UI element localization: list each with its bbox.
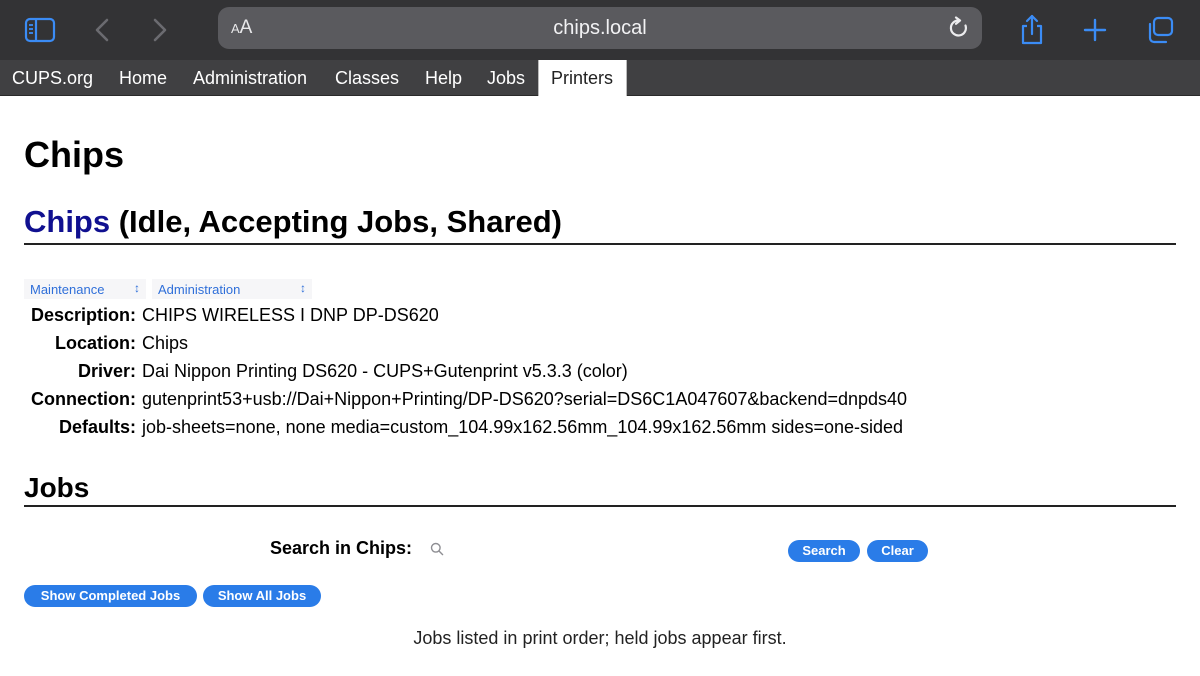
nav-tab-administration[interactable]: Administration [181, 60, 319, 96]
show-all-jobs-button[interactable]: Show All Jobs [203, 585, 321, 607]
printer-heading: Chips (Idle, Accepting Jobs, Shared) [24, 204, 562, 240]
sidebar-icon[interactable] [22, 12, 58, 48]
search-button[interactable]: Search [788, 540, 860, 562]
jobs-heading: Jobs [24, 472, 90, 503]
nav-tab-jobs[interactable]: Jobs [475, 60, 537, 96]
detail-value: Chips [142, 333, 189, 353]
show-completed-jobs-button[interactable]: Show Completed Jobs [24, 585, 197, 607]
back-icon[interactable] [84, 12, 120, 48]
detail-row-description: Description: CHIPS WIRELESS I DNP DP-DS6… [0, 305, 1200, 329]
administration-select[interactable]: Administration ↕ [152, 279, 312, 299]
detail-row-connection: Connection: gutenprint53+usb://Dai+Nippo… [0, 389, 1200, 413]
detail-value: Dai Nippon Printing DS620 - CUPS+Gutenpr… [142, 361, 628, 381]
detail-label: Connection: [31, 389, 136, 409]
heading-divider [24, 243, 1176, 245]
detail-label: Defaults: [58, 417, 136, 437]
detail-value: job-sheets=none, none media=custom_104.9… [142, 417, 904, 437]
chevron-updown-icon: ↕ [134, 281, 140, 295]
browser-toolbar: AA chips.local [0, 0, 1200, 60]
detail-label: Description: [30, 305, 136, 325]
detail-value: CHIPS WIRELESS I DNP DP-DS620 [142, 305, 439, 325]
tabs-overview-icon[interactable] [1142, 12, 1178, 48]
chevron-updown-icon: ↕ [300, 281, 306, 295]
cups-nav-bar: CUPS.org Home Administration Classes Hel… [0, 60, 1200, 96]
nav-tab-home[interactable]: Home [107, 60, 179, 96]
reload-icon[interactable] [948, 16, 970, 45]
printer-status: (Idle, Accepting Jobs, Shared) [110, 204, 563, 239]
detail-value: gutenprint53+usb://Dai+Nippon+Printing/D… [142, 389, 908, 409]
detail-row-driver: Driver: Dai Nippon Printing DS620 - CUPS… [0, 361, 1200, 385]
detail-label: Location: [55, 333, 136, 353]
printer-name-link[interactable]: Chips [24, 204, 110, 239]
nav-tab-cups-org[interactable]: CUPS.org [0, 60, 105, 96]
detail-row-location: Location: Chips [0, 333, 1200, 357]
maintenance-select[interactable]: Maintenance ↕ [24, 279, 146, 299]
share-icon[interactable] [1014, 12, 1050, 48]
detail-row-defaults: Defaults: job-sheets=none, none media=cu… [0, 417, 1200, 441]
search-input[interactable] [424, 538, 764, 562]
forward-icon[interactable] [142, 12, 178, 48]
address-url[interactable]: chips.local [218, 17, 982, 40]
nav-tab-classes[interactable]: Classes [323, 60, 411, 96]
address-bar[interactable]: AA chips.local [218, 7, 982, 49]
administration-select-label: Administration [158, 281, 241, 297]
search-label: Search in Chips: [270, 538, 413, 558]
new-tab-icon[interactable] [1077, 12, 1113, 48]
page-title: Chips [24, 134, 125, 175]
detail-label: Driver: [77, 361, 136, 381]
nav-tab-printers[interactable]: Printers [538, 60, 627, 96]
jobs-order-note: Jobs listed in print order; held jobs ap… [413, 628, 787, 648]
clear-button[interactable]: Clear [867, 540, 928, 562]
maintenance-select-label: Maintenance [30, 281, 105, 297]
jobs-divider [24, 505, 1176, 507]
search-icon [430, 542, 444, 561]
nav-tab-help[interactable]: Help [413, 60, 474, 96]
